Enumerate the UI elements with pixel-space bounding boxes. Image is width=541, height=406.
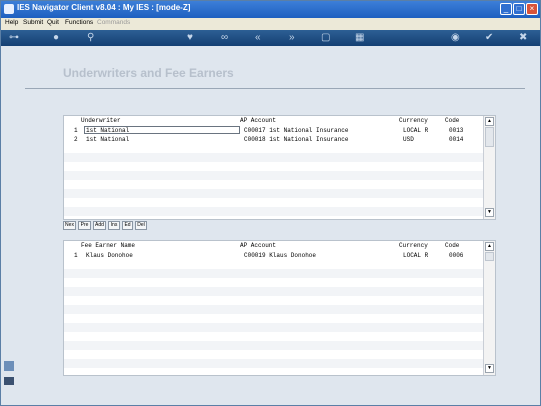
table-row[interactable]: 1 1st National C00017 1st National Insur… (64, 126, 484, 135)
close-icon[interactable]: × (526, 3, 538, 15)
code-cell[interactable]: 0014 (449, 136, 463, 143)
insert-button[interactable]: Ins (108, 221, 120, 230)
scrollbar[interactable]: ▲ ▼ (483, 116, 495, 219)
previous-button[interactable]: Pre (78, 221, 91, 230)
scroll-up-icon[interactable]: ▲ (485, 242, 494, 251)
scroll-down-icon[interactable]: ▼ (485, 364, 494, 373)
key-icon[interactable]: ⊶ (9, 31, 19, 45)
edit-button[interactable]: Ed (122, 221, 133, 230)
scrollbar[interactable]: ▲ ▼ (483, 241, 495, 375)
col-underwriter: Underwriter (81, 117, 121, 124)
grid-icon[interactable]: ▦ (355, 31, 364, 45)
info-icon[interactable]: ● (53, 31, 59, 45)
menu-submit[interactable]: Submit (23, 19, 43, 26)
maximize-icon[interactable]: □ (513, 3, 525, 15)
scroll-thumb[interactable] (485, 127, 494, 147)
empty-row (64, 269, 484, 278)
empty-row (64, 305, 484, 314)
underwriter-cell[interactable]: 1st National (86, 127, 129, 134)
ap-account-cell[interactable]: C00017 1st National Insurance (244, 127, 348, 134)
col-ap-account: AP Account (240, 117, 277, 124)
globe-icon[interactable]: ◉ (451, 31, 460, 45)
empty-row (64, 153, 484, 162)
app-icon (4, 4, 14, 14)
col-currency: Currency (399, 117, 428, 124)
scroll-thumb[interactable] (485, 252, 494, 261)
grid-header: Fee Earner Name AP Account Currency Code (64, 241, 484, 250)
menu-quit[interactable]: Quit (47, 19, 59, 26)
page-title: Underwriters and Fee Earners (63, 66, 234, 80)
empty-row (64, 207, 484, 216)
code-cell[interactable]: 0006 (449, 252, 463, 259)
fee-earners-grid: Fee Earner Name AP Account Currency Code… (63, 240, 496, 376)
scroll-up-icon[interactable]: ▲ (485, 117, 494, 126)
empty-row (64, 189, 484, 198)
ap-account-cell[interactable]: C00019 Klaus Donohoe (244, 252, 316, 259)
search-icon[interactable]: ⚲ (87, 31, 94, 45)
minimize-icon[interactable]: _ (500, 3, 512, 15)
row-number: 1 (74, 127, 78, 134)
add-button[interactable]: Add (93, 221, 106, 230)
menu-bar: Help Submit Quit Functions Commands (1, 18, 540, 30)
currency-cell[interactable]: LOCAL R (403, 127, 428, 134)
check-icon[interactable]: ✔ (485, 31, 493, 45)
empty-row (64, 171, 484, 180)
col-fee-earner-name: Fee Earner Name (81, 242, 136, 249)
scroll-down-icon[interactable]: ▼ (485, 208, 494, 217)
menu-functions[interactable]: Functions (65, 19, 93, 26)
delete-button[interactable]: Del (135, 221, 147, 230)
link-icon[interactable]: ∞ (221, 31, 228, 45)
ap-account-cell[interactable]: C00018 1st National Insurance (244, 136, 348, 143)
row-number: 2 (74, 136, 78, 143)
main-content: Underwriters and Fee Earners Underwriter… (17, 46, 532, 401)
heart-icon[interactable]: ♥ (187, 31, 193, 45)
grid-header: Underwriter AP Account Currency Code (64, 116, 484, 125)
next-button[interactable]: Nex (63, 221, 76, 230)
window-title: IES Navigator Client v8.04 : My IES : [m… (17, 3, 191, 12)
empty-row (64, 287, 484, 296)
empty-row (64, 359, 484, 368)
empty-row (64, 341, 484, 350)
code-cell[interactable]: 0013 (449, 127, 463, 134)
cancel-icon[interactable]: ✖ (519, 31, 527, 45)
side-panel-tab-2[interactable] (4, 377, 14, 385)
divider (25, 88, 525, 89)
col-currency: Currency (399, 242, 428, 249)
toolbar: ⊶ ● ⚲ ♥ ∞ « » ▢ ▦ ◉ ✔ ✖ (1, 30, 540, 46)
col-code: Code (445, 117, 460, 124)
currency-cell[interactable]: USD (403, 136, 414, 143)
title-bar: IES Navigator Client v8.04 : My IES : [m… (1, 1, 540, 18)
table-row[interactable]: 2 1st National C00018 1st National Insur… (64, 135, 484, 144)
col-ap-account: AP Account (240, 242, 277, 249)
app-window: IES Navigator Client v8.04 : My IES : [m… (0, 0, 541, 406)
underwriters-grid: Underwriter AP Account Currency Code 1 1… (63, 115, 496, 220)
currency-cell[interactable]: LOCAL R (403, 252, 428, 259)
document-icon[interactable]: ▢ (321, 31, 330, 45)
menu-help[interactable]: Help (5, 19, 18, 26)
col-code: Code (445, 242, 460, 249)
empty-row (64, 323, 484, 332)
fast-forward-icon[interactable]: » (289, 31, 295, 45)
menu-commands[interactable]: Commands (97, 19, 130, 26)
row-number: 1 (74, 252, 78, 259)
underwriter-cell[interactable]: 1st National (86, 136, 129, 143)
fee-earner-cell[interactable]: Klaus Donohoe (86, 252, 133, 259)
side-panel-tab[interactable] (4, 361, 14, 371)
table-row[interactable]: 1 Klaus Donohoe C00019 Klaus Donohoe LOC… (64, 251, 484, 260)
rewind-icon[interactable]: « (255, 31, 261, 45)
